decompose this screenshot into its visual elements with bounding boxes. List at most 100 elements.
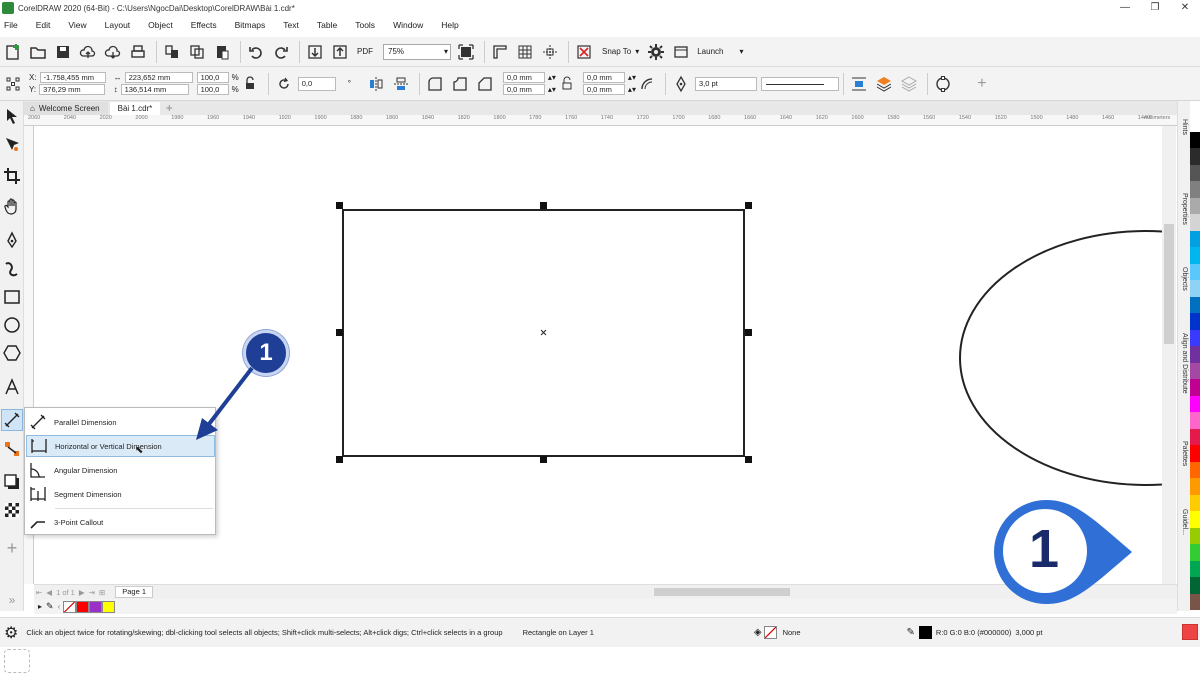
cloud-download-button[interactable] — [102, 41, 124, 63]
toggle-docker-icon[interactable] — [1182, 624, 1198, 640]
last-page-icon[interactable]: ⇥ — [89, 588, 95, 597]
first-page-icon[interactable]: ⇤ — [36, 588, 42, 597]
selection-handle[interactable] — [336, 202, 343, 209]
launch-dropdown[interactable]: Launch — [697, 47, 723, 56]
add-property-button[interactable]: + — [971, 73, 993, 95]
import-button[interactable] — [304, 41, 326, 63]
selection-handle[interactable] — [540, 456, 547, 463]
y-position-input[interactable]: 376,29 mm — [39, 84, 106, 95]
crop-tool[interactable] — [1, 165, 23, 187]
palette-swatch[interactable] — [1190, 329, 1200, 346]
menu-view[interactable]: View — [68, 20, 86, 30]
selection-handle[interactable] — [745, 456, 752, 463]
scale-width-input[interactable]: 100,0 — [196, 72, 229, 83]
save-button[interactable] — [52, 41, 74, 63]
connector-tool[interactable] — [1, 438, 23, 460]
full-screen-preview-button[interactable] — [455, 41, 477, 63]
palette-swatch[interactable] — [1190, 412, 1200, 429]
mirror-horizontal-button[interactable] — [365, 73, 387, 95]
rectangle-tool[interactable] — [1, 286, 23, 308]
selection-handle[interactable] — [336, 456, 343, 463]
pen-tool[interactable] — [1, 229, 23, 251]
scalloped-corner-button[interactable] — [449, 73, 471, 95]
palette-swatch[interactable] — [1190, 395, 1200, 412]
menu-tools[interactable]: Tools — [355, 20, 375, 30]
pan-tool[interactable] — [1, 195, 23, 217]
snap-off-button[interactable] — [573, 41, 595, 63]
wrap-text-button[interactable] — [848, 73, 870, 95]
swatch-yellow[interactable] — [102, 600, 116, 613]
quick-customize-button[interactable]: + — [1, 537, 23, 559]
palette-swatch[interactable] — [1190, 197, 1200, 214]
corner-radius-tr-input[interactable]: 0,0 mm — [582, 72, 625, 83]
menu-edit[interactable]: Edit — [36, 20, 51, 30]
lock-corners-button[interactable] — [556, 73, 578, 95]
palette-swatch[interactable] — [1190, 346, 1200, 363]
swatch-red[interactable] — [76, 600, 90, 613]
corner-radius-bl-input[interactable]: 0,0 mm — [502, 84, 545, 95]
outline-width-select[interactable]: 3,0 pt — [694, 76, 757, 91]
corner-radius-tl-input[interactable]: 0,0 mm — [502, 72, 545, 83]
close-button[interactable]: ✕ — [1170, 0, 1200, 16]
redo-button[interactable] — [270, 41, 292, 63]
palette-swatch[interactable] — [1190, 296, 1200, 313]
selection-handle[interactable] — [745, 329, 752, 336]
cut-button[interactable] — [161, 41, 183, 63]
line-style-select[interactable] — [760, 76, 839, 91]
add-page-icon[interactable]: ⊞ — [99, 588, 105, 597]
menu-window[interactable]: Window — [393, 20, 423, 30]
paste-button[interactable] — [211, 41, 233, 63]
undo-button[interactable] — [245, 41, 267, 63]
palette-swatch[interactable] — [1190, 478, 1200, 495]
palette-swatch[interactable] — [1190, 445, 1200, 462]
menu-file[interactable]: File — [4, 20, 18, 30]
mirror-vertical-button[interactable] — [390, 73, 412, 95]
polygon-tool[interactable] — [1, 342, 23, 364]
palette-swatch[interactable] — [1190, 593, 1200, 610]
palette-swatch[interactable] — [1190, 263, 1200, 280]
fill-none-swatch[interactable] — [763, 626, 777, 639]
copy-button[interactable] — [186, 41, 208, 63]
print-button[interactable] — [127, 41, 149, 63]
transparency-tool[interactable] — [1, 499, 23, 521]
palette-swatch[interactable] — [1190, 560, 1200, 577]
relative-corner-scaling-button[interactable] — [636, 73, 658, 95]
menu-text[interactable]: Text — [283, 20, 299, 30]
options-button[interactable] — [645, 41, 667, 63]
palette-swatch[interactable] — [1190, 461, 1200, 478]
x-position-input[interactable]: -1.758,455 mm — [39, 72, 106, 83]
selection-handle[interactable] — [745, 202, 752, 209]
swatch-purple[interactable] — [89, 600, 103, 613]
shape-tool[interactable] — [1, 133, 23, 155]
horizontal-scroll-thumb[interactable] — [654, 588, 790, 596]
pick-tool[interactable] — [1, 105, 23, 127]
rotation-angle-input[interactable]: 0,0 — [297, 76, 336, 91]
palette-swatch[interactable] — [1190, 247, 1200, 264]
menu-table[interactable]: Table — [317, 20, 337, 30]
tab-welcome-screen[interactable]: ⌂ Welcome Screen — [22, 102, 108, 115]
gear-icon[interactable]: ⚙ — [4, 623, 18, 643]
menu-layout[interactable]: Layout — [105, 20, 131, 30]
maximize-button[interactable]: ❐ — [1140, 0, 1170, 16]
palette-swatch[interactable] — [1190, 494, 1200, 511]
palette-swatch[interactable] — [1190, 527, 1200, 544]
menu-effects[interactable]: Effects — [191, 20, 217, 30]
add-tab-button[interactable]: + — [162, 102, 176, 115]
show-grid-button[interactable] — [514, 41, 536, 63]
round-corner-button[interactable] — [424, 73, 446, 95]
drop-shadow-tool[interactable] — [1, 471, 23, 493]
palette-expand-icon[interactable]: ▸ — [38, 602, 42, 611]
height-input[interactable]: 136,514 mm — [120, 84, 189, 95]
to-front-button[interactable] — [873, 73, 895, 95]
outline-color-swatch[interactable] — [918, 626, 932, 639]
publish-pdf-button[interactable]: PDF — [354, 41, 376, 63]
palette-swatch[interactable] — [1190, 148, 1200, 165]
text-tool[interactable] — [1, 376, 23, 398]
launch-icon-button[interactable] — [670, 41, 692, 63]
vertical-scrollbar[interactable] — [1162, 126, 1176, 584]
ellipse-tool[interactable] — [1, 314, 23, 336]
menu-help[interactable]: Help — [441, 20, 458, 30]
cloud-upload-button[interactable] — [77, 41, 99, 63]
menu-object[interactable]: Object — [148, 20, 173, 30]
palette-swatch[interactable] — [1190, 164, 1200, 181]
